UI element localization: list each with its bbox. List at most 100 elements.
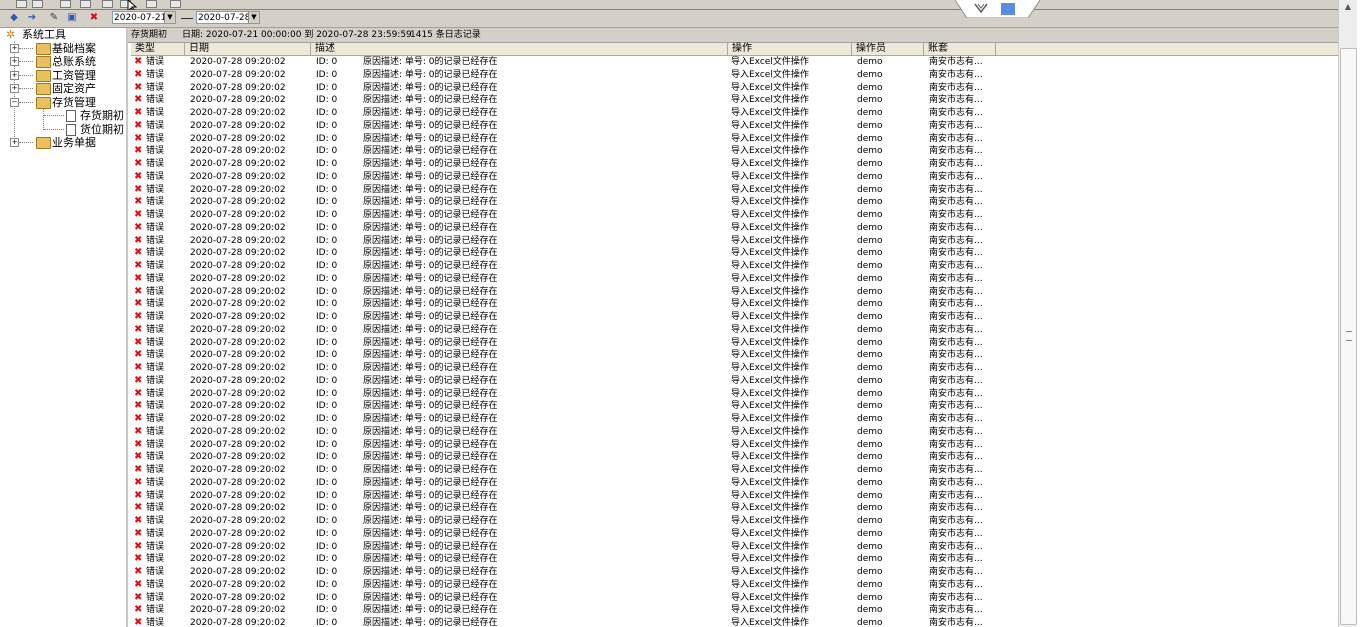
delete-icon[interactable]: ✖ xyxy=(88,12,100,24)
cell-type: 错误 xyxy=(146,465,165,475)
table-row[interactable]: ✖ 错误 2020-07-28 09:20:02 ID: 0 原因描述: 单号: 0的记… xyxy=(131,184,1336,197)
table-row[interactable]: ✖ 错误 2020-07-28 09:20:02 ID: 0 原因描述: 单号: 0的记… xyxy=(131,94,1336,107)
table-row[interactable]: ✖ 错误 2020-07-28 09:20:02 ID: 0 原因描述: 单号: 0的记… xyxy=(131,604,1336,617)
expand-icon[interactable]: + xyxy=(10,138,19,147)
table-row[interactable]: ✖ 错误 2020-07-28 09:20:02 ID: 0 原因描述: 单号: 0的记… xyxy=(131,528,1336,541)
cell-operation: 导入Excel文件操作 xyxy=(731,324,809,335)
cell-type: 错误 xyxy=(146,439,165,450)
col-header-date[interactable]: 日期 xyxy=(185,43,311,55)
table-row[interactable]: ✖ 错误 2020-07-28 09:20:02 ID: 0 原因描述: 单号: 0的记… xyxy=(131,273,1336,286)
tools-icon[interactable]: ✎ xyxy=(48,12,60,24)
cell-id: ID: 0 xyxy=(316,248,338,259)
tree-node-payroll[interactable]: + 工资管理 xyxy=(0,69,126,82)
table-row[interactable]: ✖ 错误 2020-07-28 09:20:02 ID: 0 原因描述: 单号: 0的记… xyxy=(131,464,1336,477)
expand-icon[interactable]: + xyxy=(10,71,19,80)
table-row[interactable]: ✖ 错误 2020-07-28 09:20:02 ID: 0 原因描述: 单号: 0的记… xyxy=(131,158,1336,171)
toolbar-icon-2[interactable] xyxy=(32,0,43,8)
table-row[interactable]: ✖ 错误 2020-07-28 09:20:02 ID: 0 原因描述: 单号: 0的记… xyxy=(131,426,1336,439)
tree-node-business-docs[interactable]: + 业务单据 xyxy=(0,136,126,149)
col-header-type[interactable]: 类型 xyxy=(131,43,185,55)
col-header-desc[interactable]: 描述 xyxy=(311,43,728,55)
table-row[interactable]: ✖ 错误 2020-07-28 09:20:02 ID: 0 原因描述: 单号: 0的记… xyxy=(131,553,1336,566)
date-to-picker[interactable]: 2020-07-28 ▼ xyxy=(196,11,260,24)
tree-node-location-opening[interactable]: 货位期初 xyxy=(0,123,126,136)
table-row[interactable]: ✖ 错误 2020-07-28 09:20:02 ID: 0 原因描述: 单号: 0的记… xyxy=(131,477,1336,490)
cell-operation: 导入Excel文件操作 xyxy=(731,567,809,577)
cell-description: 原因描述: 单号: 0的记录已经存在 xyxy=(363,248,498,259)
toolbar-icon-5[interactable] xyxy=(102,0,113,8)
tree-node-basic-files[interactable]: + 基础档案 xyxy=(0,42,126,55)
table-row[interactable]: ✖ 错误 2020-07-28 09:20:02 ID: 0 原因描述: 单号: 0的记… xyxy=(131,56,1336,69)
toolbar-icon-7[interactable] xyxy=(146,0,157,8)
table-row[interactable]: ✖ 错误 2020-07-28 09:20:02 ID: 0 原因描述: 单号: 0的记… xyxy=(131,362,1336,375)
forward-arrow-icon[interactable]: ➔ xyxy=(26,12,38,24)
dropdown-arrow-icon[interactable]: ▼ xyxy=(164,12,175,23)
table-row[interactable]: ✖ 错误 2020-07-28 09:20:02 ID: 0 原因描述: 单号: 0的记… xyxy=(131,490,1336,503)
table-row[interactable]: ✖ 错误 2020-07-28 09:20:02 ID: 0 原因描述: 单号: 0的记… xyxy=(131,375,1336,388)
table-row[interactable]: ✖ 错误 2020-07-28 09:20:02 ID: 0 原因描述: 单号: 0的记… xyxy=(131,502,1336,515)
table-row[interactable]: ✖ 错误 2020-07-28 09:20:02 ID: 0 原因描述: 单号: 0的记… xyxy=(131,566,1336,579)
tree-node-fixed-assets[interactable]: + 固定资产 xyxy=(0,82,126,95)
table-row[interactable]: ✖ 错误 2020-07-28 09:20:02 ID: 0 原因描述: 单号: 0的记… xyxy=(131,324,1336,337)
expand-icon[interactable]: + xyxy=(10,44,19,53)
cell-type: 错误 xyxy=(146,528,165,539)
toolbar-icon-3[interactable] xyxy=(60,0,71,8)
table-row[interactable]: ✖ 错误 2020-07-28 09:20:02 ID: 0 原因描述: 单号: 0的记… xyxy=(131,222,1336,235)
table-row[interactable]: ✖ 错误 2020-07-28 09:20:02 ID: 0 原因描述: 单号: 0的记… xyxy=(131,515,1336,528)
table-row[interactable]: ✖ 错误 2020-07-28 09:20:02 ID: 0 原因描述: 单号: 0的记… xyxy=(131,579,1336,592)
table-row[interactable]: ✖ 错误 2020-07-28 09:20:02 ID: 0 原因描述: 单号: 0的记… xyxy=(131,260,1336,273)
table-row[interactable]: ✖ 错误 2020-07-28 09:20:02 ID: 0 原因描述: 单号: 0的记… xyxy=(131,400,1336,413)
table-row[interactable]: ✖ 错误 2020-07-28 09:20:02 ID: 0 原因描述: 单号: 0的记… xyxy=(131,617,1336,627)
table-row[interactable]: ✖ 错误 2020-07-28 09:20:02 ID: 0 原因描述: 单号: 0的记… xyxy=(131,349,1336,362)
table-row[interactable]: ✖ 错误 2020-07-28 09:20:02 ID: 0 原因描述: 单号: 0的记… xyxy=(131,69,1336,82)
cell-id: ID: 0 xyxy=(316,120,338,131)
tree-node-inventory[interactable]: − 存货管理 xyxy=(0,96,126,109)
date-from-picker[interactable]: 2020-07-21 ▼ xyxy=(112,11,176,24)
error-icon: ✖ xyxy=(134,221,143,233)
table-row[interactable]: ✖ 错误 2020-07-28 09:20:02 ID: 0 原因描述: 单号: 0的记… xyxy=(131,286,1336,299)
expand-icon[interactable]: + xyxy=(10,57,19,66)
toolbar-icon-4[interactable] xyxy=(80,0,91,8)
window-edge xyxy=(1357,0,1365,627)
table-row[interactable]: ✖ 错误 2020-07-28 09:20:02 ID: 0 原因描述: 单号: 0的记… xyxy=(131,388,1336,401)
collapse-icon[interactable]: − xyxy=(10,98,19,107)
save-icon[interactable]: ▣ xyxy=(66,12,78,24)
table-row[interactable]: ✖ 错误 2020-07-28 09:20:02 ID: 0 原因描述: 单号: 0的记… xyxy=(131,413,1336,426)
table-row[interactable]: ✖ 错误 2020-07-28 09:20:02 ID: 0 原因描述: 单号: 0的记… xyxy=(131,298,1336,311)
cell-account: 南安市志有... xyxy=(929,108,983,118)
table-row[interactable]: ✖ 错误 2020-07-28 09:20:02 ID: 0 原因描述: 单号: 0的记… xyxy=(131,82,1336,95)
table-row[interactable]: ✖ 错误 2020-07-28 09:20:02 ID: 0 原因描述: 单号: 0的记… xyxy=(131,196,1336,209)
toolbar-icon-1[interactable] xyxy=(16,0,27,8)
table-row[interactable]: ✖ 错误 2020-07-28 09:20:02 ID: 0 原因描述: 单号: 0的记… xyxy=(131,451,1336,464)
error-icon: ✖ xyxy=(134,617,143,627)
table-row[interactable]: ✖ 错误 2020-07-28 09:20:02 ID: 0 原因描述: 单号: 0的记… xyxy=(131,107,1336,120)
vertical-scrollbar[interactable]: ▲ xyxy=(1338,0,1357,627)
table-row[interactable]: ✖ 错误 2020-07-28 09:20:02 ID: 0 原因描述: 单号: 0的记… xyxy=(131,145,1336,158)
table-row[interactable]: ✖ 错误 2020-07-28 09:20:02 ID: 0 原因描述: 单号: 0的记… xyxy=(131,209,1336,222)
back-arrow-icon[interactable]: ◆ xyxy=(8,12,20,24)
col-header-account[interactable]: 账套 xyxy=(924,43,996,55)
cell-date: 2020-07-28 09:20:02 xyxy=(190,439,286,450)
col-header-operation[interactable]: 操作 xyxy=(728,43,852,55)
cell-operator: demo xyxy=(857,618,883,627)
expand-icon[interactable]: + xyxy=(10,84,19,93)
table-row[interactable]: ✖ 错误 2020-07-28 09:20:02 ID: 0 原因描述: 单号: 0的记… xyxy=(131,235,1336,248)
table-row[interactable]: ✖ 错误 2020-07-28 09:20:02 ID: 0 原因描述: 单号: 0的记… xyxy=(131,337,1336,350)
table-row[interactable]: ✖ 错误 2020-07-28 09:20:02 ID: 0 原因描述: 单号: 0的记… xyxy=(131,311,1336,324)
floating-panel-tab[interactable] xyxy=(955,0,1040,18)
table-row[interactable]: ✖ 错误 2020-07-28 09:20:02 ID: 0 原因描述: 单号: 0的记… xyxy=(131,120,1336,133)
table-row[interactable]: ✖ 错误 2020-07-28 09:20:02 ID: 0 原因描述: 单号: 0的记… xyxy=(131,247,1336,260)
scroll-up-icon[interactable]: ▲ xyxy=(1339,0,1357,14)
table-row[interactable]: ✖ 错误 2020-07-28 09:20:02 ID: 0 原因描述: 单号: 0的记… xyxy=(131,133,1336,146)
table-row[interactable]: ✖ 错误 2020-07-28 09:20:02 ID: 0 原因描述: 单号: 0的记… xyxy=(131,439,1336,452)
scroll-thumb[interactable] xyxy=(1340,48,1357,625)
table-row[interactable]: ✖ 错误 2020-07-28 09:20:02 ID: 0 原因描述: 单号: 0的记… xyxy=(131,592,1336,605)
table-row[interactable]: ✖ 错误 2020-07-28 09:20:02 ID: 0 原因描述: 单号: 0的记… xyxy=(131,171,1336,184)
toolbar-icon-8[interactable] xyxy=(170,0,181,8)
dropdown-arrow-icon[interactable]: ▼ xyxy=(248,12,259,23)
error-icon: ✖ xyxy=(134,476,143,488)
col-header-operator[interactable]: 操作员 xyxy=(852,43,924,55)
tree-node-general-ledger[interactable]: + 总账系统 xyxy=(0,55,126,68)
table-row[interactable]: ✖ 错误 2020-07-28 09:20:02 ID: 0 原因描述: 单号: 0的记… xyxy=(131,541,1336,554)
tree-node-inventory-opening[interactable]: 存货期初 xyxy=(0,109,126,122)
